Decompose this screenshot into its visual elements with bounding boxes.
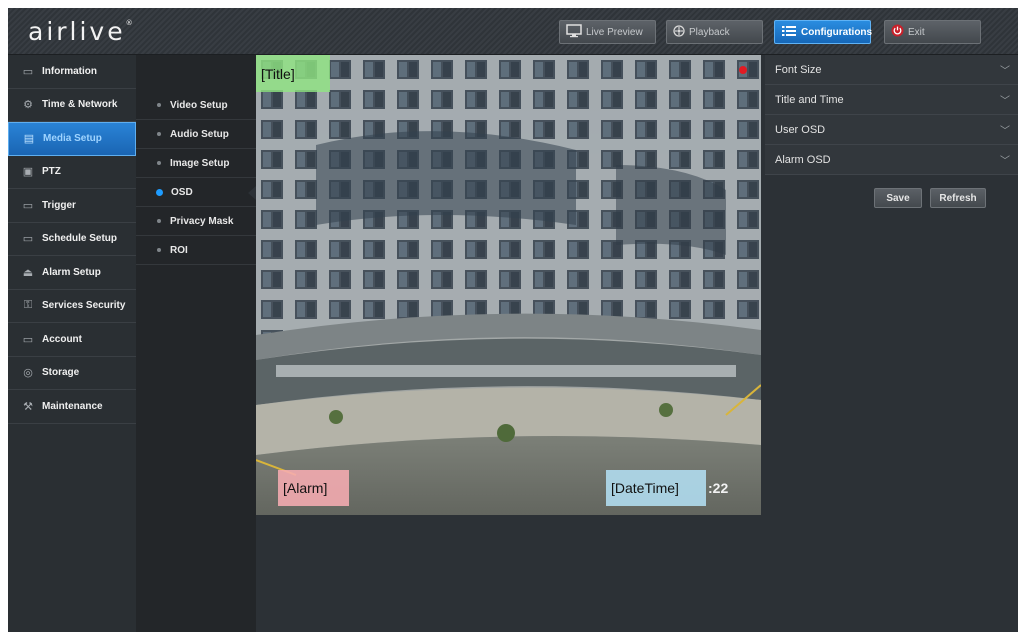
time-overlay-text: :22: [708, 480, 729, 496]
configurations-button[interactable]: Configurations: [774, 20, 873, 44]
sidebar-item-trigger[interactable]: ▭ Trigger: [8, 189, 136, 223]
sidebar-item-label: Schedule Setup: [42, 233, 118, 245]
subnav-item-image-setup[interactable]: Image Setup: [136, 149, 256, 178]
airlive-logo: airlive®: [28, 17, 133, 46]
subnav-item-label: ROI: [170, 244, 188, 256]
sidebar-item-time-network[interactable]: ⚙ Time & Network: [8, 89, 136, 122]
power-icon: [891, 24, 904, 40]
playback-button[interactable]: Playback: [666, 20, 763, 44]
sidebar-item-ptz[interactable]: ▣ PTZ: [8, 156, 136, 189]
chevron-down-icon: ﹀: [1000, 156, 1010, 167]
camera-scene: [256, 55, 761, 515]
osd-datetime-box[interactable]: [DateTime]: [606, 470, 706, 506]
section-user-osd[interactable]: User OSD ﹀: [765, 115, 1018, 145]
section-label: User OSD: [775, 123, 826, 136]
chevron-down-icon: ﹀: [1000, 126, 1010, 137]
section-font-size[interactable]: Font Size ﹀: [765, 55, 1018, 85]
sidebar-item-alarm-setup[interactable]: ⏏ Alarm Setup: [8, 256, 136, 290]
sidebar-item-schedule-setup[interactable]: ▭ Schedule Setup: [8, 223, 136, 256]
osd-title-box[interactable]: [Title]: [256, 55, 330, 92]
live-preview-button[interactable]: Live Preview: [559, 20, 656, 44]
live-preview-label: Live Preview: [586, 26, 643, 38]
account-icon: ▭: [22, 333, 34, 346]
sidebar-item-information[interactable]: ▭ Information: [8, 55, 136, 89]
refresh-button[interactable]: Refresh: [930, 188, 986, 208]
playback-label: Playback: [689, 26, 730, 38]
section-title-and-time[interactable]: Title and Time ﹀: [765, 85, 1018, 115]
sidebar-item-label: Alarm Setup: [42, 266, 101, 278]
list-icon: [781, 24, 797, 41]
exit-button[interactable]: Exit: [884, 20, 981, 44]
subnav-item-video-setup[interactable]: Video Setup: [136, 91, 256, 120]
subnav-item-osd[interactable]: OSD: [136, 178, 256, 207]
subnav-item-label: Privacy Mask: [170, 215, 234, 227]
section-label: Alarm OSD: [775, 153, 831, 166]
storage-icon: ◎: [23, 367, 33, 380]
security-icon: ⚿: [23, 299, 33, 312]
logo-text: airlive: [28, 17, 126, 46]
osd-alarm-box[interactable]: [Alarm]: [278, 470, 349, 506]
sidebar-item-label: Storage: [42, 367, 80, 379]
exit-label: Exit: [908, 26, 925, 38]
record-indicator-icon: [739, 66, 747, 74]
sidebar-item-storage[interactable]: ◎ Storage: [8, 357, 136, 390]
monitor-icon: [566, 23, 582, 41]
subnav-item-privacy-mask[interactable]: Privacy Mask: [136, 207, 256, 236]
subnav-item-label: OSD: [171, 186, 193, 198]
sidebar-item-services-security[interactable]: ⚿ Services Security: [8, 290, 136, 323]
subnav-item-label: Image Setup: [170, 157, 230, 169]
bullet-icon: [157, 103, 161, 107]
gear-icon: ⚙: [23, 99, 33, 112]
bullet-icon: [157, 132, 161, 136]
schedule-icon: ▭: [22, 233, 34, 246]
osd-settings-panel: Font Size ﹀ Title and Time ﹀ User OSD ﹀ …: [765, 55, 1018, 632]
camera-preview: [Title] [Alarm] [DateTime] :22: [256, 55, 761, 515]
section-label: Title and Time: [775, 93, 844, 106]
action-bar: Save Refresh: [765, 188, 1018, 208]
top-header: airlive® Live Preview Playback Configura…: [8, 8, 1018, 55]
sidebar-item-label: PTZ: [42, 166, 61, 178]
sidebar-item-maintenance[interactable]: ⚒ Maintenance: [8, 390, 136, 424]
sidebar-item-label: Trigger: [42, 199, 76, 211]
sidebar-item-label: Media Setup: [43, 133, 102, 145]
main-sidebar: ▭ Information ⚙ Time & Network ▤ Media S…: [8, 55, 136, 632]
sidebar-item-media-setup[interactable]: ▤ Media Setup: [8, 122, 136, 156]
section-label: Font Size: [775, 63, 822, 76]
bullet-icon: [157, 219, 161, 223]
media-subnav: Video Setup Audio Setup Image Setup OSD …: [136, 55, 256, 632]
bullet-icon: [156, 188, 163, 196]
subnav-item-label: Audio Setup: [170, 128, 229, 140]
subnav-item-roi[interactable]: ROI: [136, 236, 256, 265]
save-button[interactable]: Save: [874, 188, 922, 208]
subnav-spacer: [136, 55, 256, 91]
registered-mark: ®: [125, 19, 133, 27]
bullet-icon: [157, 161, 161, 165]
sidebar-item-label: Maintenance: [42, 400, 103, 412]
sidebar-item-label: Account: [42, 333, 82, 345]
subnav-item-label: Video Setup: [170, 99, 228, 111]
sidebar-item-label: Information: [42, 65, 97, 77]
sidebar-item-account[interactable]: ▭ Account: [8, 323, 136, 357]
media-icon: ▤: [23, 133, 35, 146]
trigger-icon: ▭: [22, 199, 34, 212]
sidebar-item-label: Time & Network: [42, 99, 118, 111]
section-alarm-osd[interactable]: Alarm OSD ﹀: [765, 145, 1018, 175]
chevron-down-icon: ﹀: [1000, 66, 1010, 77]
chevron-down-icon: ﹀: [1000, 96, 1010, 107]
app-window: airlive® Live Preview Playback Configura…: [8, 8, 1018, 632]
subnav-item-audio-setup[interactable]: Audio Setup: [136, 120, 256, 149]
alarm-icon: ⏏: [22, 266, 34, 279]
ptz-icon: ▣: [22, 166, 34, 179]
wrench-icon: ⚒: [23, 400, 33, 413]
bullet-icon: [157, 248, 161, 252]
info-icon: ▭: [22, 65, 34, 78]
configurations-label: Configurations: [801, 26, 873, 38]
sidebar-item-label: Services Security: [42, 300, 126, 312]
playback-icon: [673, 24, 685, 40]
